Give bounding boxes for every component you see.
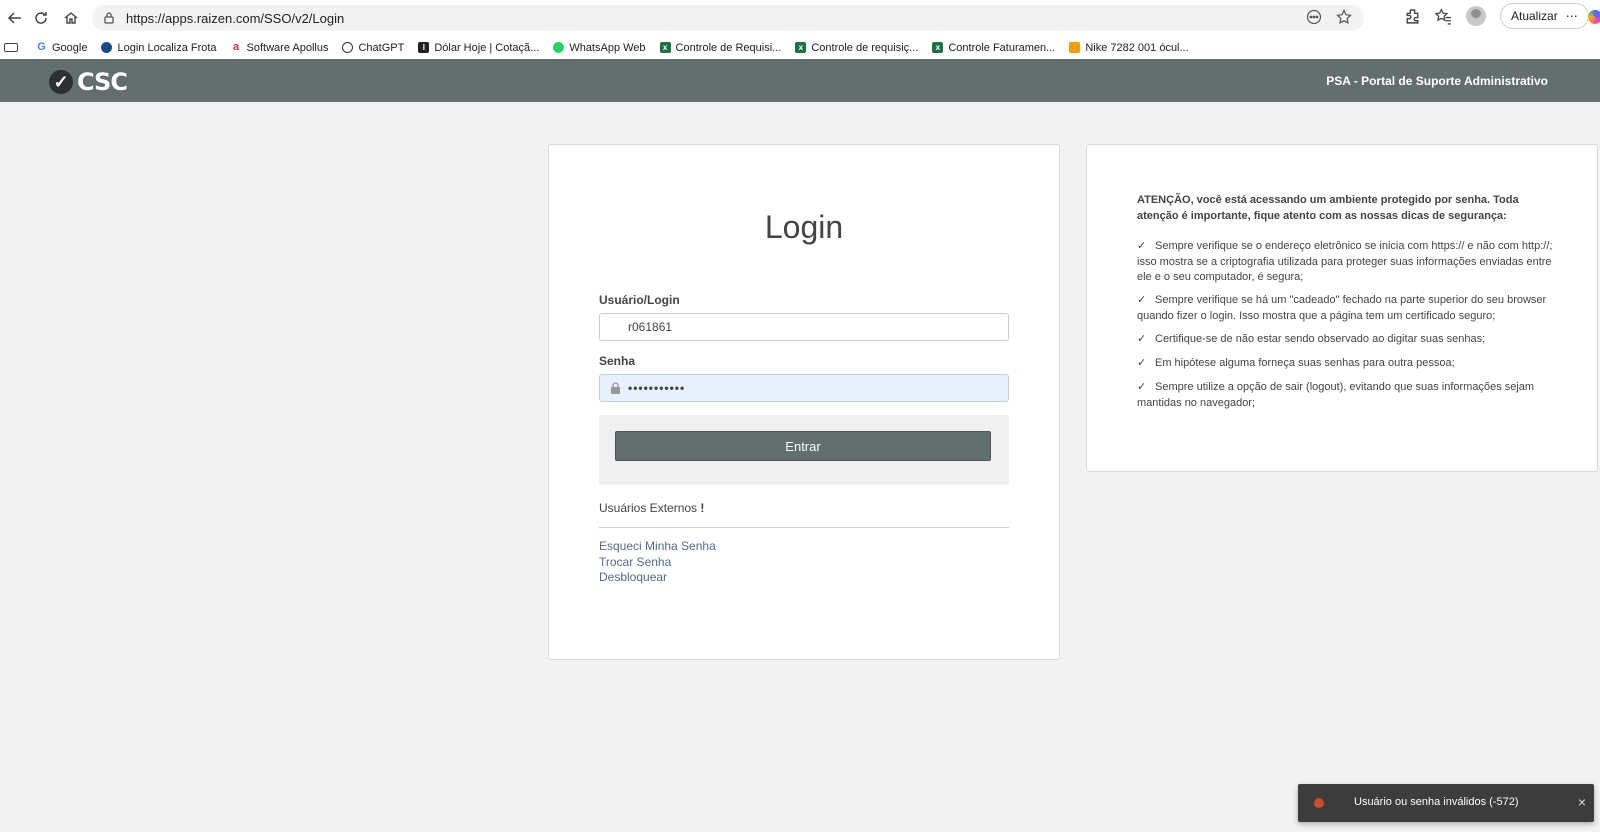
- app-header: ✓ CSC PSA - Portal de Suporte Administra…: [0, 59, 1600, 102]
- lock-icon: [611, 382, 620, 394]
- localiza-icon: [101, 42, 113, 53]
- username-value: r061861: [628, 320, 673, 334]
- home-icon[interactable]: [56, 3, 86, 33]
- bookmark-label: Login Localiza Frota: [117, 41, 217, 54]
- tip-text: Sempre verifique se o endereço eletrônic…: [1137, 240, 1553, 283]
- excel-icon: x: [932, 42, 944, 53]
- site-info-icon[interactable]: [102, 11, 116, 25]
- bookmark-chatgpt[interactable]: ChatGPT: [342, 42, 404, 54]
- tip-item: ✓ Certifique-se de não estar sendo observ…: [1137, 332, 1553, 348]
- bookmark-label: WhatsApp Web: [569, 41, 646, 54]
- bookmark-label: Dólar Hoje | Cotaçã...: [434, 41, 540, 54]
- error-toast: Usuário ou senha inválidos (-572) ×: [1298, 784, 1594, 822]
- username-field[interactable]: r061861: [599, 313, 1009, 341]
- inv-icon: I: [418, 42, 430, 53]
- logo-text: CSC: [77, 68, 128, 96]
- apollus-icon: a: [232, 41, 240, 53]
- bookmarks-bar: G Google Login Localiza Frota a Software A…: [0, 36, 1600, 59]
- error-message: Usuário ou senha inválidos (-572): [1354, 796, 1519, 808]
- browser-toolbar: https://apps.raizen.com/SSO/v2/Login Atu…: [0, 0, 1600, 36]
- chatgpt-icon: [342, 42, 354, 53]
- security-tips-card: ATENÇÃO, você está acessando um ambiente…: [1086, 144, 1598, 472]
- password-value: •••••••••••: [628, 381, 686, 395]
- extensions-icon[interactable]: [1404, 8, 1421, 25]
- forgot-password-link[interactable]: Esqueci Minha Senha: [599, 539, 716, 553]
- bookmark-controle-requisicao[interactable]: x Controle de requisiç...: [795, 42, 918, 54]
- tip-text: Em hipótese alguma forneça suas senhas p…: [1155, 357, 1455, 369]
- bookmark-label: Nike 7282 001 ócul...: [1085, 41, 1189, 54]
- divider: [599, 527, 1009, 528]
- bookmark-controle-requisi[interactable]: x Controle de Requisi...: [659, 41, 782, 54]
- check-icon: ✓: [1137, 333, 1147, 345]
- tip-item: ✓ Sempre utilize a opção de sair (logout)…: [1137, 380, 1553, 411]
- more-menu-icon[interactable]: ⋯: [1566, 9, 1578, 23]
- enter-button[interactable]: Entrar: [615, 431, 991, 461]
- tip-text: Sempre verifique se há um "cadeado" fech…: [1137, 294, 1547, 322]
- bookmark-whatsapp[interactable]: WhatsApp Web: [553, 41, 646, 54]
- update-label: Atualizar: [1511, 9, 1558, 23]
- bookmark-label: Controle de Requisi...: [675, 41, 782, 54]
- update-button[interactable]: Atualizar ⋯: [1500, 3, 1589, 29]
- error-status-icon: [1314, 798, 1324, 808]
- check-icon: ✓: [1137, 294, 1147, 306]
- copilot-icon[interactable]: [1588, 10, 1600, 24]
- tip-item: ✓ Em hipótese alguma forneça suas senhas …: [1137, 356, 1553, 372]
- google-icon: G: [37, 41, 46, 53]
- bookmark-controle-faturamento[interactable]: x Controle Faturamen...: [932, 42, 1055, 54]
- bookmark-apollus[interactable]: a Software Apollus: [231, 42, 329, 54]
- check-logo-icon: ✓: [49, 70, 73, 94]
- close-icon[interactable]: ×: [1578, 794, 1586, 810]
- bookmark-dolar[interactable]: I Dólar Hoje | Cotaçã...: [418, 42, 539, 54]
- external-users-label: Usuários Externos: [599, 501, 698, 515]
- password-label: Senha: [599, 354, 636, 368]
- exclamation-icon: !: [700, 501, 705, 515]
- tip-text: Certifique-se de não estar sendo observa…: [1155, 333, 1486, 345]
- button-area: Entrar: [599, 415, 1009, 485]
- change-password-link[interactable]: Trocar Senha: [599, 555, 671, 569]
- csc-logo[interactable]: ✓ CSC: [49, 68, 128, 96]
- more-info-icon[interactable]: [1306, 9, 1322, 25]
- excel-icon: x: [795, 42, 807, 53]
- bookmark-label: Google: [52, 41, 88, 54]
- bookmark-label: Controle Faturamen...: [948, 41, 1056, 54]
- external-users-heading: Usuários Externos !: [599, 501, 704, 515]
- url-text[interactable]: https://apps.raizen.com/SSO/v2/Login: [126, 11, 344, 26]
- bookmarks-bar-icon[interactable]: [4, 43, 18, 52]
- tip-item: ✓ Sempre verifique se há um "cadeado" fec…: [1137, 293, 1553, 324]
- profile-avatar[interactable]: [1466, 6, 1486, 26]
- check-icon: ✓: [1137, 381, 1147, 393]
- bookmark-nike[interactable]: Nike 7282 001 ócul...: [1069, 41, 1189, 54]
- whatsapp-icon: [553, 42, 565, 53]
- bookmark-label: Controle de requisiç...: [811, 41, 919, 54]
- check-icon: ✓: [1137, 240, 1147, 252]
- username-label: Usuário/Login: [599, 293, 680, 307]
- bookmark-localiza[interactable]: Login Localiza Frota: [101, 41, 217, 54]
- bookmark-label: Software Apollus: [246, 41, 329, 54]
- bookmark-google[interactable]: G Google: [36, 42, 87, 54]
- login-card: Login Usuário/Login r061861 Senha ••••••…: [548, 144, 1060, 660]
- security-warning: ATENÇÃO, você está acessando um ambiente…: [1137, 194, 1519, 222]
- excel-icon: x: [659, 42, 671, 53]
- tip-item: ✓ Sempre verifique se o endereço eletrôni…: [1137, 239, 1553, 286]
- favorite-star-icon[interactable]: [1336, 9, 1352, 25]
- tip-text: Sempre utilize a opção de sair (logout),…: [1137, 381, 1535, 409]
- check-icon: ✓: [1137, 357, 1147, 369]
- shop-icon: [1069, 42, 1081, 53]
- login-title: Login: [764, 209, 844, 245]
- portal-title: PSA - Portal de Suporte Administrativo: [1326, 74, 1548, 88]
- password-field[interactable]: •••••••••••: [599, 374, 1009, 402]
- reload-icon[interactable]: [26, 3, 56, 33]
- address-bar[interactable]: https://apps.raizen.com/SSO/v2/Login: [92, 5, 1364, 31]
- favorites-icon[interactable]: [1435, 7, 1452, 25]
- bookmark-label: ChatGPT: [358, 41, 405, 54]
- unlock-link[interactable]: Desbloquear: [599, 570, 667, 584]
